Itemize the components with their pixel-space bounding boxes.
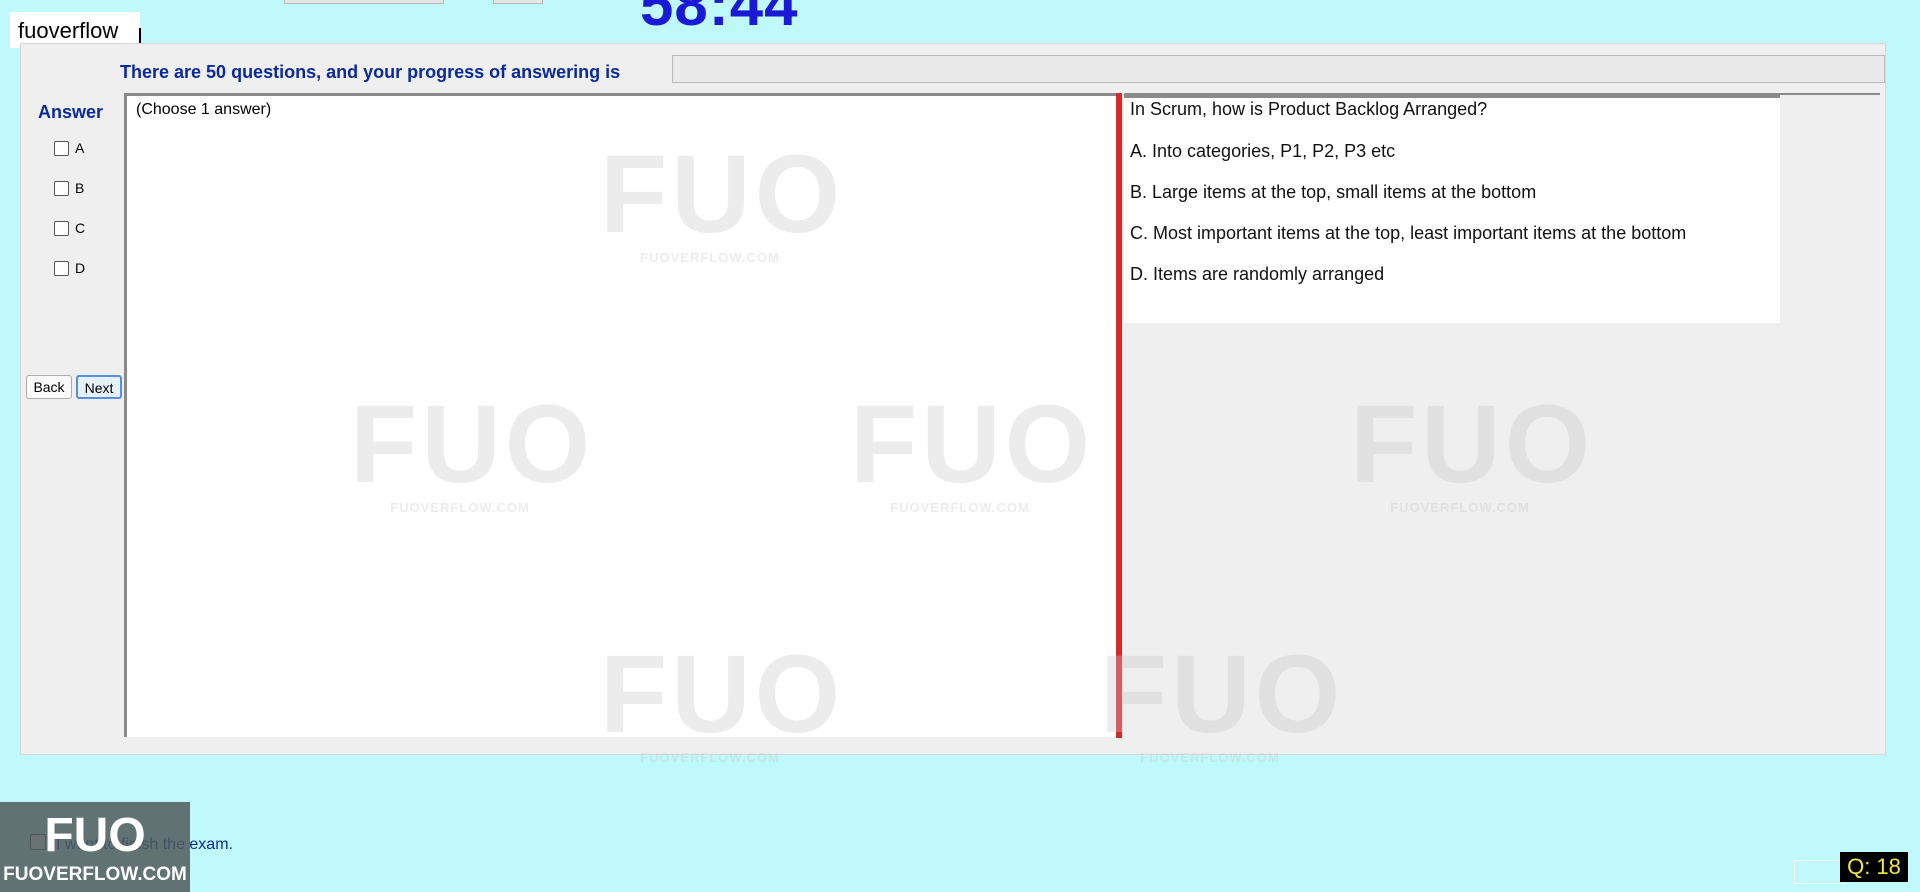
top-control-right[interactable]: [493, 0, 543, 4]
option-label-c: C: [75, 220, 86, 237]
site-logo: FUO FUOVERFLOW.COM: [0, 802, 190, 892]
question-choice-a: A. Into categories, P1, P2, P3 etc: [1130, 141, 1396, 161]
question-choice-d: D. Items are randomly arranged: [1130, 264, 1385, 284]
logo-site: FUOVERFLOW.COM: [3, 864, 187, 885]
next-button[interactable]: Next: [76, 375, 122, 399]
watermark-logo: FUO: [1100, 633, 1345, 756]
watermark-logo: FUO: [850, 383, 1095, 506]
answer-option-b[interactable]: B: [54, 179, 84, 196]
answer-heading: Answer: [38, 102, 104, 122]
option-label-d: D: [75, 260, 86, 277]
watermark: FUO FUOVERFLOW.COM: [850, 383, 1095, 516]
answer-option-d[interactable]: D: [54, 259, 85, 276]
right-margin-area: [1780, 93, 1880, 737]
question-counter-badge: Q: 18: [1840, 852, 1908, 882]
question-number-box: [1794, 860, 1846, 884]
option-label-b: B: [75, 180, 85, 197]
choose-instruction: (Choose 1 answer): [136, 101, 272, 118]
checkbox-b[interactable]: [54, 180, 69, 196]
watermark-logo: FUO: [600, 633, 845, 756]
option-label-a: A: [75, 140, 85, 157]
watermark: FUO FUOVERFLOW.COM: [600, 133, 845, 266]
watermark-logo: FUO: [350, 383, 595, 506]
back-button[interactable]: Back: [26, 375, 72, 399]
question-choice-b: B. Large items at the top, small items a…: [1130, 182, 1537, 202]
question-box: [1124, 93, 1780, 323]
checkbox-c[interactable]: [54, 220, 69, 236]
exam-timer: 58:44: [640, 0, 799, 38]
question-title: In Scrum, how is Product Backlog Arrange…: [1130, 99, 1488, 119]
progress-bar: [672, 55, 1885, 83]
top-control-left[interactable]: [284, 0, 444, 4]
answer-option-c[interactable]: C: [54, 219, 85, 236]
watermark-logo: FUO: [600, 133, 845, 256]
watermark: FUO FUOVERFLOW.COM: [1100, 633, 1345, 766]
watermark: FUO FUOVERFLOW.COM: [1350, 383, 1595, 516]
answer-option-a[interactable]: A: [54, 139, 84, 156]
watermark-logo: FUO: [1350, 383, 1595, 506]
question-choice-c: C. Most important items at the top, leas…: [1130, 223, 1687, 243]
logo-mark: FUO: [44, 809, 146, 862]
checkbox-d[interactable]: [54, 260, 69, 276]
progress-label: There are 50 questions, and your progres…: [120, 62, 621, 82]
watermark: FUO FUOVERFLOW.COM: [350, 383, 595, 516]
watermark: FUO FUOVERFLOW.COM: [600, 633, 845, 766]
checkbox-a[interactable]: [54, 140, 69, 156]
